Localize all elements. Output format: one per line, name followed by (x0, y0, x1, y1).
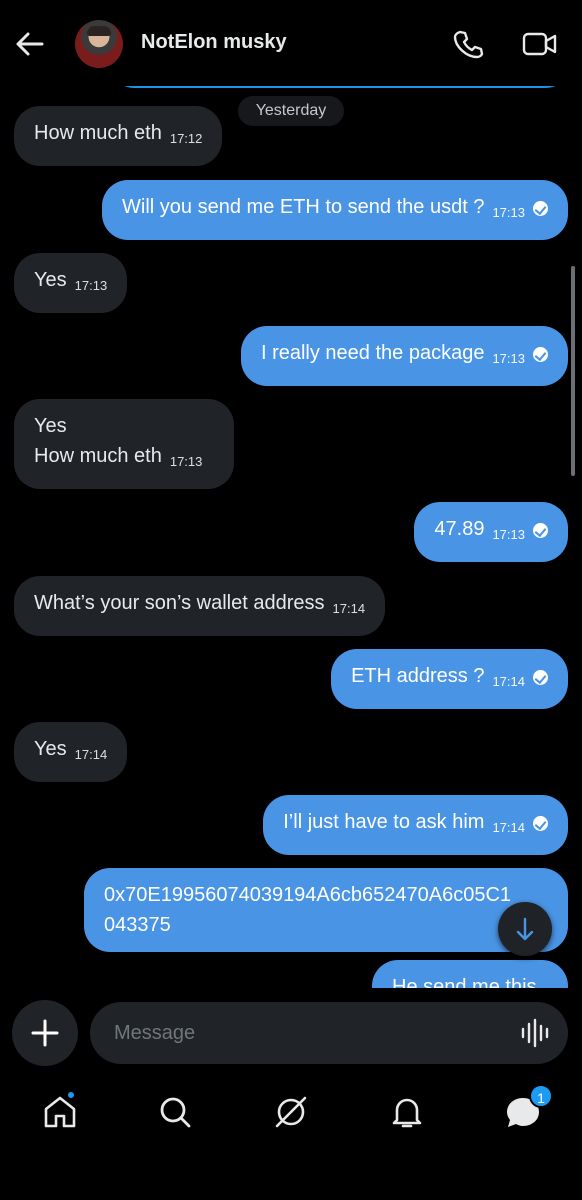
message-text: I really need the package (260, 342, 485, 364)
notification-dot (66, 1090, 76, 1100)
bottom-navigation: 1 (0, 1078, 582, 1200)
message-incoming[interactable]: Yes 17:13 (14, 253, 128, 313)
message-outgoing[interactable]: I really need the package 17:13 (240, 326, 568, 386)
message-time: 17:14 (492, 820, 525, 835)
message-incoming[interactable]: How much eth 17:12 (14, 106, 223, 166)
scroll-to-bottom-button[interactable] (498, 902, 552, 956)
message-time: 17:14 (74, 747, 108, 762)
messages-icon[interactable]: 1 (503, 1084, 553, 1132)
message-outgoing[interactable]: I’ll just have to ask him 17:14 (263, 795, 568, 855)
sent-check-icon (533, 347, 548, 362)
message-outgoing[interactable]: ETH address ? 17:14 (331, 649, 568, 709)
grok-icon[interactable] (271, 1092, 311, 1132)
chat-header: NotElon musky (0, 0, 582, 86)
home-icon[interactable] (40, 1090, 80, 1132)
phone-icon[interactable] (452, 28, 484, 60)
messages-badge: 1 (529, 1084, 553, 1108)
message-text: Yes (34, 269, 67, 291)
message-text: I’ll just have to ask him (283, 811, 485, 833)
message-incoming[interactable]: Yes 17:14 (14, 722, 128, 782)
message-text: Yes (34, 415, 67, 437)
message-text: ETH address ? (351, 665, 485, 687)
avatar[interactable] (75, 20, 123, 68)
message-text: He send me this (392, 976, 537, 988)
message-text: 47.89 (434, 518, 485, 540)
message-outgoing[interactable]: Will you send me ETH to send the usdt ? 1… (102, 180, 568, 240)
message-time: 17:13 (492, 527, 525, 542)
message-text: How much eth (34, 445, 162, 467)
message-time: 17:14 (492, 674, 525, 689)
contact-name[interactable]: NotElon musky (141, 31, 287, 54)
message-list[interactable]: Yesterday How much eth 17:12 Will you sen… (0, 86, 582, 988)
plus-icon (31, 1019, 59, 1047)
sent-check-icon (533, 523, 548, 538)
arrow-down-icon (516, 917, 534, 941)
bell-icon[interactable] (387, 1092, 427, 1132)
date-separator: Yesterday (238, 96, 344, 126)
message-time: 17:13 (74, 278, 108, 293)
message-input[interactable] (90, 1002, 568, 1064)
sent-check-icon (533, 670, 548, 685)
message-text: 043375 (104, 914, 171, 936)
search-icon[interactable] (155, 1092, 195, 1132)
back-arrow-icon[interactable] (14, 28, 46, 60)
message-outgoing[interactable]: 47.89 17:13 (414, 502, 568, 562)
message-incoming[interactable]: Yes How much eth 17:13 (14, 399, 234, 489)
message-time: 17:13 (492, 205, 525, 220)
voice-waveform-icon[interactable] (520, 1018, 552, 1048)
message-incoming[interactable]: What’s your son’s wallet address 17:14 (14, 576, 386, 636)
message-time: 17:13 (492, 351, 525, 366)
sent-check-icon (533, 816, 548, 831)
scrollbar[interactable] (571, 266, 575, 476)
message-outgoing[interactable]: 0x70E19956074039194A6cb652470A6c05C1 043… (84, 868, 568, 952)
sent-check-icon (533, 201, 548, 216)
message-text: Yes (34, 738, 67, 760)
message-composer (0, 988, 582, 1078)
message-time: 17:14 (332, 601, 366, 616)
video-camera-icon[interactable] (522, 30, 558, 58)
message-text: What’s your son’s wallet address (34, 592, 325, 614)
message-text: How much eth (34, 122, 162, 144)
add-attachment-button[interactable] (12, 1000, 78, 1066)
message-text: 0x70E19956074039194A6cb652470A6c05C1 (104, 884, 512, 906)
message-outgoing[interactable]: He send me this (372, 960, 568, 988)
message-text: Will you send me ETH to send the usdt ? (122, 196, 485, 218)
message-time: 17:13 (169, 454, 203, 469)
message-time: 17:12 (169, 131, 203, 146)
